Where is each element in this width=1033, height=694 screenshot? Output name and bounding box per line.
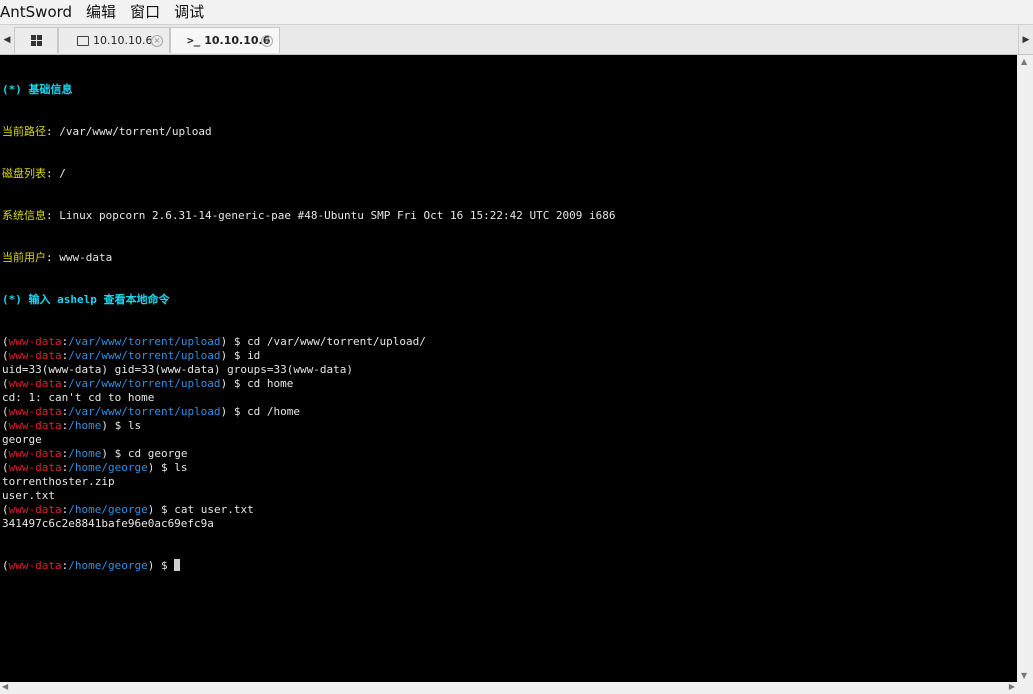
prompt-path: /var/www/torrent/upload [68, 405, 221, 418]
scrollbar-corner [1017, 682, 1033, 694]
prompt-user: www-data [8, 377, 62, 390]
command-text: id [247, 349, 261, 362]
prompt-user: www-data [8, 503, 62, 516]
close-icon[interactable]: × [261, 35, 273, 47]
info-line: 系统信息: Linux popcorn 2.6.31-14-generic-pa… [2, 209, 1017, 223]
info-header: (*) 基础信息 [2, 83, 73, 96]
scroll-down-icon[interactable]: ▼ [1021, 671, 1027, 680]
active-prompt[interactable]: (www-data:/home/george) $ [2, 559, 1017, 573]
info-value: : Linux popcorn 2.6.31-14-generic-pae #4… [46, 209, 616, 222]
output-line: torrenthoster.zip [2, 475, 115, 488]
menu-debug[interactable]: 调试 [174, 0, 204, 24]
prompt-user: www-data [8, 419, 62, 432]
prompt-line: (www-data:/home) $ cd george [2, 447, 188, 460]
prompt-symbol: $ [160, 503, 168, 516]
scroll-up-icon[interactable]: ▲ [1021, 57, 1027, 66]
prompt-line: (www-data:/var/www/torrent/upload) $ cd … [2, 377, 294, 390]
menu-antsword[interactable]: AntSword [0, 0, 72, 24]
prompt-symbol: $ [160, 461, 168, 474]
menu-edit[interactable]: 编辑 [86, 0, 116, 24]
info-value: : /var/www/torrent/upload [46, 125, 212, 138]
command-text: cat user.txt [174, 503, 254, 516]
menu-bar: AntSword 编辑 窗口 调试 [0, 0, 1033, 24]
info-value: : / [46, 167, 66, 180]
terminal-output: (*) 基础信息 当前路径: /var/www/torrent/upload 磁… [0, 55, 1017, 601]
vertical-scrollbar[interactable]: ▲ ▼ [1017, 55, 1033, 682]
tab-scroll-right-icon[interactable]: ▶ [1018, 25, 1033, 55]
info-key: 当前用户 [2, 251, 46, 264]
info-value: : www-data [46, 251, 113, 264]
prompt-line: (www-data:/var/www/torrent/upload) $ id [2, 349, 261, 362]
terminal[interactable]: (*) 基础信息 当前路径: /var/www/torrent/upload 磁… [0, 55, 1017, 682]
folder-icon [77, 35, 89, 46]
horizontal-scrollbar[interactable]: ◀ ▶ [0, 682, 1017, 694]
command-text: cd george [127, 447, 188, 460]
grid-icon [30, 35, 42, 46]
prompt-line: (www-data:/var/www/torrent/upload) $ cd … [2, 405, 301, 418]
prompt-line: (www-data:/home) $ ls [2, 419, 142, 432]
info-line: 当前用户: www-data [2, 251, 1017, 265]
tab-filemanager-label: 10.10.10.6 [93, 34, 153, 47]
tab-filemanager[interactable]: 10.10.10.6 × [58, 27, 170, 53]
command-text: ls [174, 461, 188, 474]
prompt-line: (www-data:/home/george) $ ls [2, 461, 188, 474]
help-line: (*) 输入 ashelp 查看本地命令 [2, 293, 170, 306]
menu-window[interactable]: 窗口 [130, 0, 160, 24]
command-history: (www-data:/var/www/torrent/upload) $ cd … [2, 335, 1017, 531]
command-text: ls [127, 419, 142, 432]
prompt-path: /home [68, 447, 102, 460]
tab-home[interactable] [14, 27, 58, 53]
prompt-user: www-data [8, 461, 62, 474]
output-line: uid=33(www-data) gid=33(www-data) groups… [2, 363, 353, 376]
prompt-path: /home/george [68, 559, 148, 572]
scroll-right-icon[interactable]: ▶ [1009, 682, 1015, 691]
output-line: 341497c6c2e8841bafe96e0ac69efc9a [2, 517, 214, 530]
scroll-left-icon[interactable]: ◀ [2, 682, 8, 691]
info-key: 磁盘列表 [2, 167, 46, 180]
info-key: 当前路径 [2, 125, 46, 138]
prompt-path: /home [68, 419, 102, 432]
tab-scroll-left-icon[interactable]: ◀ [0, 25, 14, 55]
prompt-line: (www-data:/home/george) $ cat user.txt [2, 503, 254, 516]
prompt-symbol: $ [160, 559, 168, 572]
prompt-user: www-data [8, 335, 62, 348]
info-line: 磁盘列表: / [2, 167, 1017, 181]
tab-terminal[interactable]: >_ 10.10.10.6 × [170, 27, 280, 53]
prompt-user: www-data [8, 447, 62, 460]
output-line: cd: 1: can't cd to home [2, 391, 155, 404]
command-text: cd home [247, 377, 294, 390]
prompt-path: /var/www/torrent/upload [68, 335, 221, 348]
prompt-path: /var/www/torrent/upload [68, 377, 221, 390]
prompt-user: www-data [8, 559, 62, 572]
prompt-user: www-data [8, 349, 62, 362]
tab-bar: ◀ 10.10.10.6 × >_ 10.10.10.6 × ▶ [0, 24, 1033, 55]
command-text: cd /var/www/torrent/upload/ [247, 335, 426, 348]
info-line: 当前路径: /var/www/torrent/upload [2, 125, 1017, 139]
prompt-path: /var/www/torrent/upload [68, 349, 221, 362]
prompt-path: /home/george [68, 461, 148, 474]
prompt-path: /home/george [68, 503, 148, 516]
info-key: 系统信息 [2, 209, 46, 222]
command-text: cd /home [247, 405, 301, 418]
output-line: george [2, 433, 42, 446]
cursor [174, 559, 181, 571]
output-line: user.txt [2, 489, 55, 502]
close-icon[interactable]: × [151, 35, 163, 47]
prompt-line: (www-data:/var/www/torrent/upload) $ cd … [2, 335, 426, 348]
prompt-user: www-data [8, 405, 62, 418]
terminal-icon: >_ [187, 34, 201, 47]
